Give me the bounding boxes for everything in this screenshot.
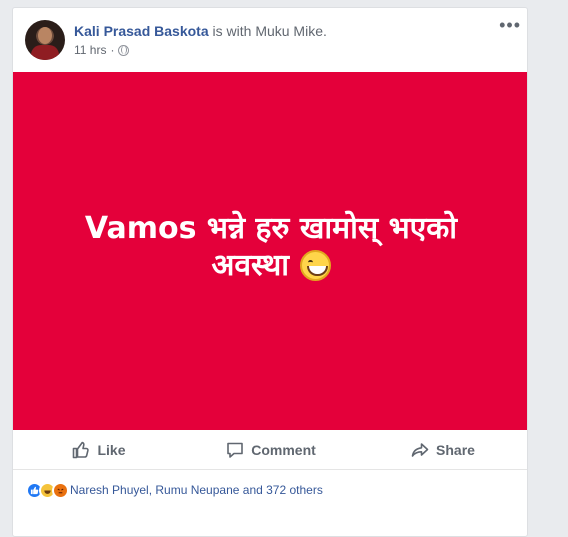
avatar-shirt bbox=[31, 45, 59, 60]
post-actions-bar: Like Comment Share bbox=[13, 430, 527, 470]
comment-button[interactable]: Comment bbox=[185, 430, 357, 469]
tagged-user-name[interactable]: Muku Mike. bbox=[255, 23, 327, 39]
post-card: Kali Prasad Baskota is with Muku Mike. 1… bbox=[12, 7, 528, 537]
post-meta: 11 hrs · bbox=[74, 43, 130, 57]
thumbs-up-icon bbox=[72, 441, 90, 459]
reaction-count-text[interactable]: Naresh Phuyel, Rumu Neupane and 372 othe… bbox=[70, 483, 323, 497]
post-header: Kali Prasad Baskota is with Muku Mike. 1… bbox=[13, 8, 527, 72]
share-button[interactable]: Share bbox=[357, 430, 527, 469]
author-name[interactable]: Kali Prasad Baskota bbox=[74, 23, 209, 39]
comment-label: Comment bbox=[251, 441, 316, 458]
meta-separator: · bbox=[110, 43, 115, 57]
post-text-line-2-text: अवस्था bbox=[211, 248, 290, 283]
post-text-line-1: Vamos भन्ने हरु खामोस् भएको bbox=[84, 211, 458, 246]
comment-icon bbox=[226, 441, 244, 459]
angry-reaction-icon bbox=[52, 481, 69, 499]
like-button[interactable]: Like bbox=[13, 430, 185, 469]
post-text-line-2: अवस्था bbox=[13, 247, 527, 284]
grinning-emoji-icon bbox=[299, 250, 331, 281]
author-line: Kali Prasad Baskota is with Muku Mike. bbox=[74, 23, 327, 39]
with-prefix: is with bbox=[212, 23, 252, 39]
author-avatar[interactable] bbox=[25, 20, 65, 60]
post-media[interactable]: Vamos भन्ने हरु खामोस् भएको अवस्था bbox=[13, 72, 527, 430]
share-icon bbox=[411, 441, 429, 459]
share-label: Share bbox=[436, 441, 475, 458]
post-text: Vamos भन्ने हरु खामोस् भएको अवस्था bbox=[13, 210, 527, 284]
reaction-icons bbox=[26, 481, 69, 499]
like-label: Like bbox=[97, 441, 126, 458]
avatar-face bbox=[38, 27, 52, 44]
globe-icon[interactable] bbox=[118, 44, 130, 56]
post-timestamp[interactable]: 11 hrs bbox=[74, 43, 106, 57]
reactions-summary[interactable]: Naresh Phuyel, Rumu Neupane and 372 othe… bbox=[13, 476, 527, 504]
more-options-button[interactable]: ••• bbox=[499, 16, 521, 34]
